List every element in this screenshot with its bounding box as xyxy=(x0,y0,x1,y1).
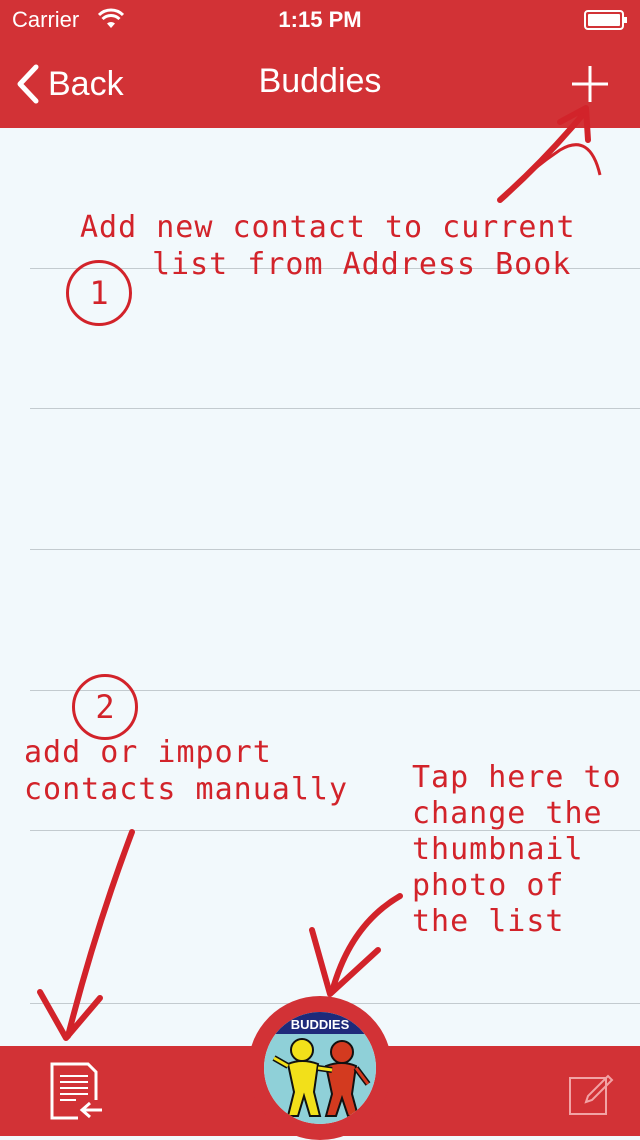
thumbnail-banner-text: BUDDIES xyxy=(291,1017,350,1032)
annotation-text: thumbnail xyxy=(412,832,584,867)
navigation-bar: Back Buddies xyxy=(0,40,640,128)
battery-icon xyxy=(584,10,627,30)
status-bar: Carrier 1:15 PM xyxy=(0,0,640,40)
page-title: Buddies xyxy=(258,62,382,100)
annotation-text: Tap here to xyxy=(412,760,622,795)
plus-icon[interactable] xyxy=(568,62,612,106)
annotation-text: the list xyxy=(412,904,565,939)
annotation-text: list from Address Book xyxy=(152,247,572,282)
annotation-text: photo of xyxy=(412,868,565,903)
list-thumbnail-photo[interactable]: BUDDIES xyxy=(264,1012,376,1124)
row-divider xyxy=(30,408,640,409)
buddies-artwork: BUDDIES xyxy=(264,1012,376,1124)
edit-icon[interactable] xyxy=(566,1070,618,1118)
annotation-text: contacts manually xyxy=(24,772,349,807)
import-list-icon[interactable] xyxy=(44,1060,108,1124)
annotation-text: Add new contact to current xyxy=(80,210,576,245)
row-divider xyxy=(30,549,640,550)
step-number-circle: 1 xyxy=(66,260,132,326)
annotation-text: add or import xyxy=(24,735,272,770)
annotation-arrows xyxy=(37,105,602,1041)
step-number-circle: 2 xyxy=(72,674,138,740)
status-time: 1:15 PM xyxy=(278,7,362,32)
annotation-text: change the xyxy=(412,796,603,831)
